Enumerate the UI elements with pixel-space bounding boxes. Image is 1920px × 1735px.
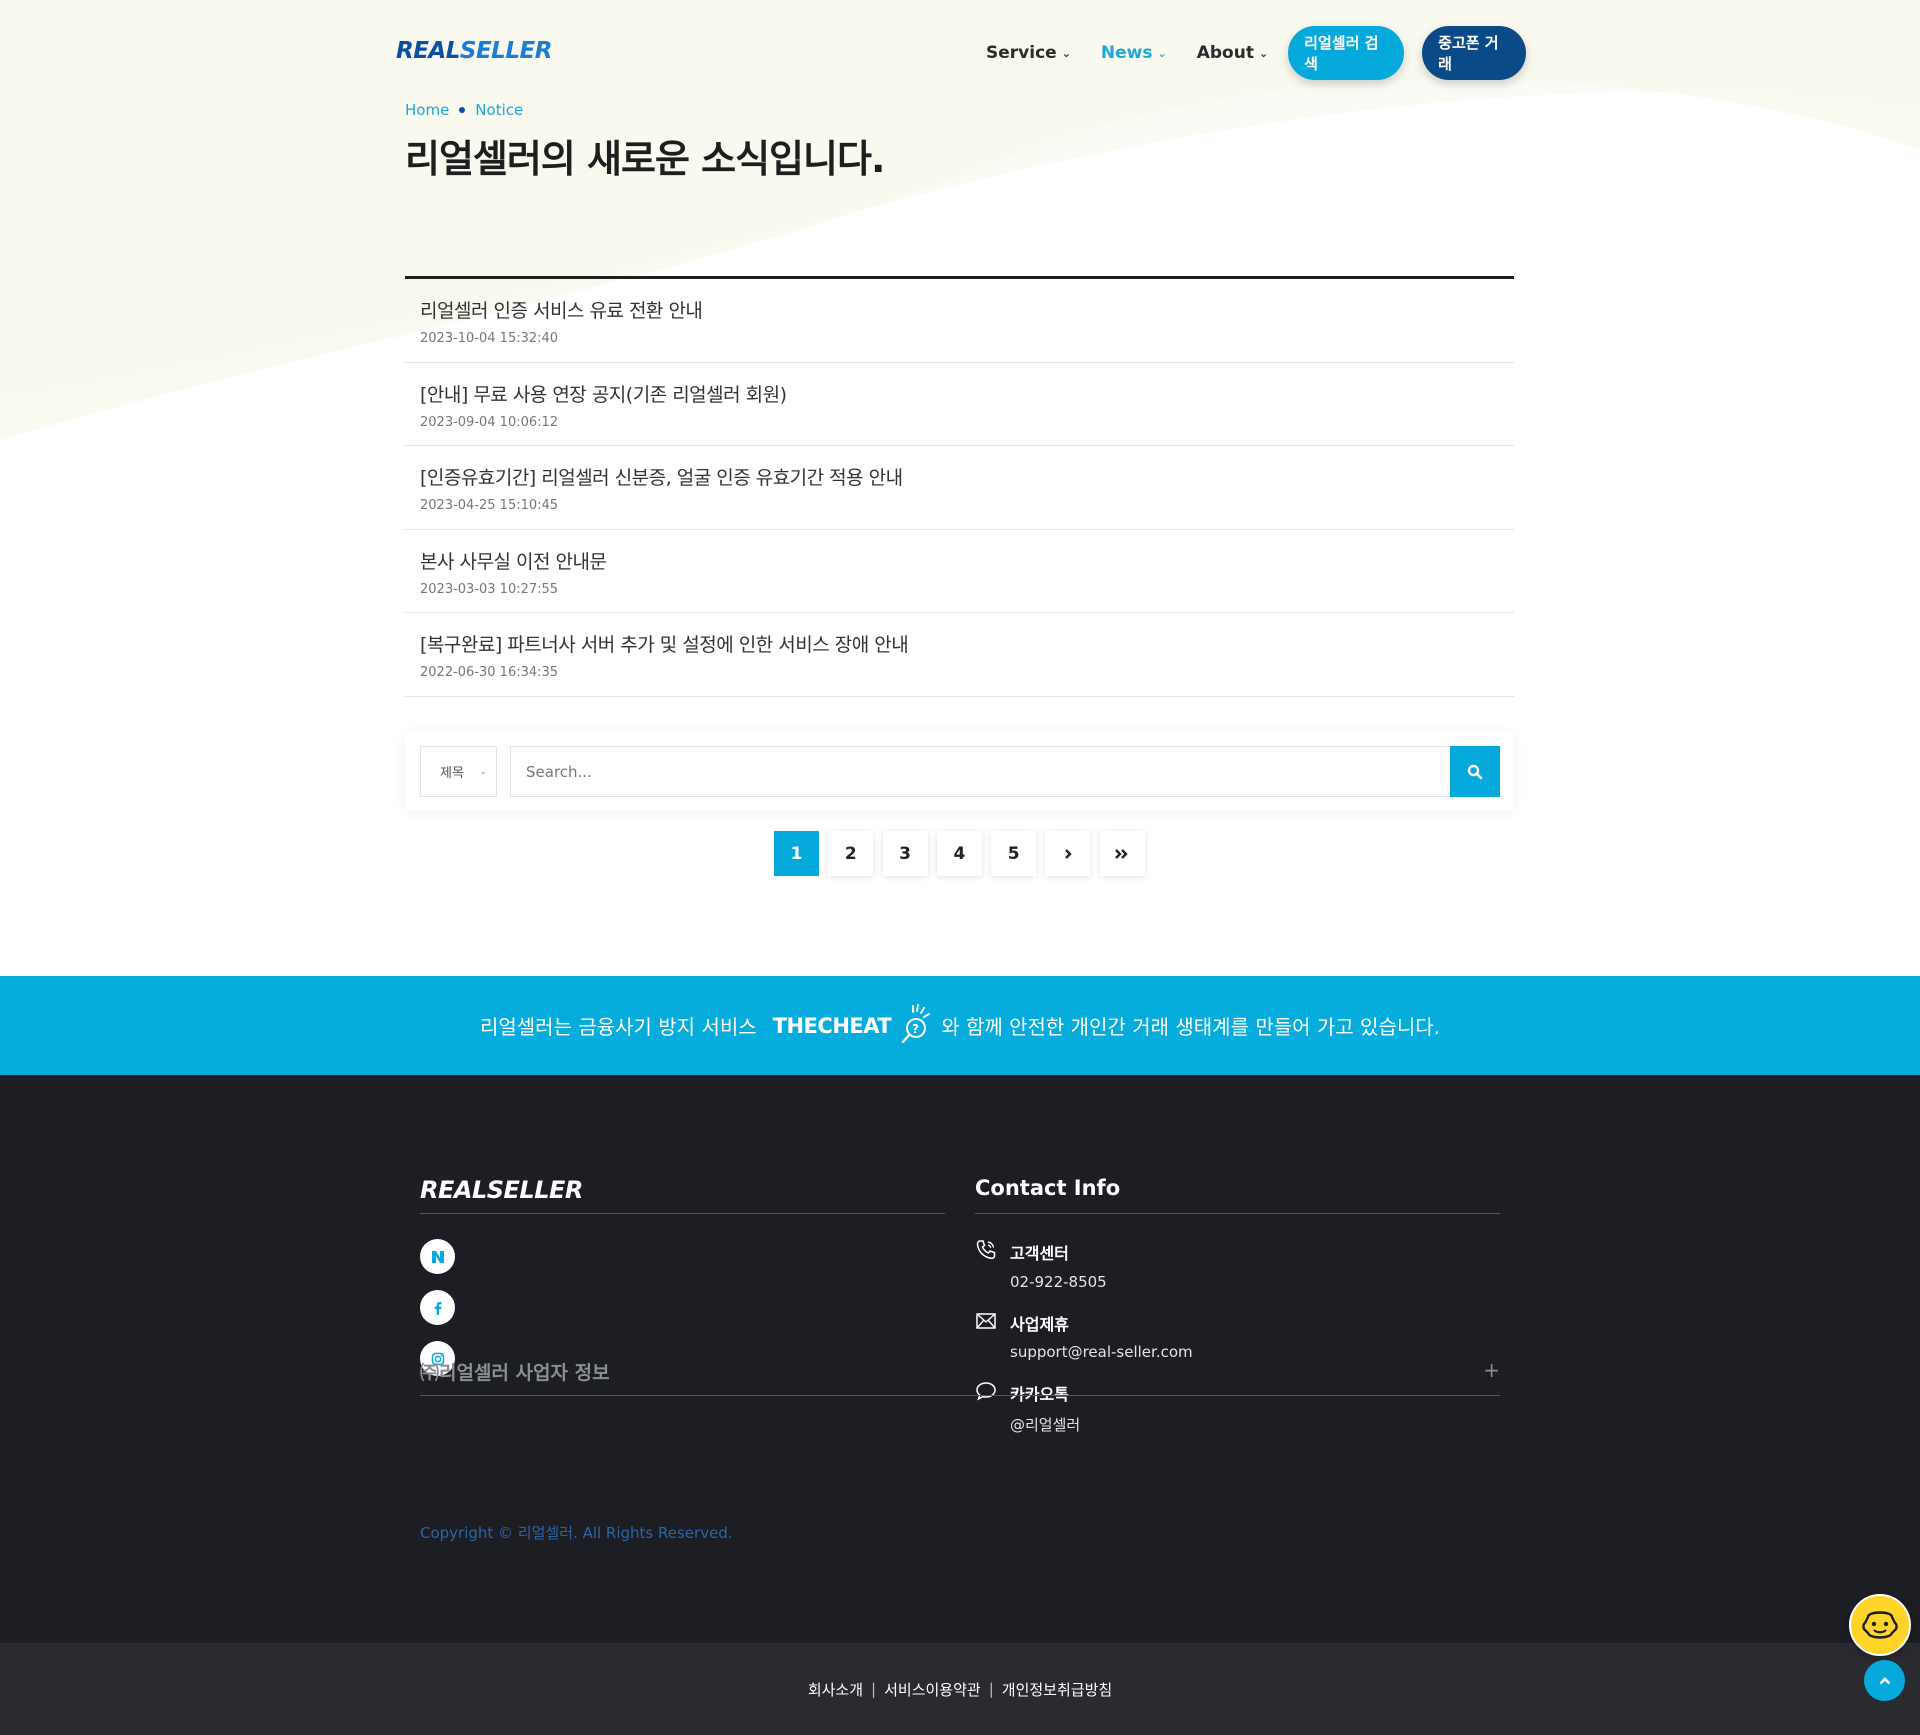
search-icon xyxy=(1467,764,1483,779)
notice-title[interactable]: [안내] 무료 사용 연장 공지(기존 리얼셀러 회원) xyxy=(420,380,1514,407)
banner-text-after: 와 함께 안전한 개인간 거래 생태계를 만들어 가고 있습니다. xyxy=(941,1015,1441,1039)
page-2-button[interactable]: 2 xyxy=(828,831,874,876)
page-4-button[interactable]: 4 xyxy=(936,831,982,876)
logo-text-seller: SELLER xyxy=(459,38,553,64)
breadcrumb-separator-icon xyxy=(459,107,466,113)
mail-icon xyxy=(976,1313,996,1329)
facebook-link[interactable] xyxy=(420,1290,455,1325)
notice-row[interactable]: 리얼셀러 인증 서비스 유료 전환 안내 2023-10-04 15:32:40 xyxy=(405,279,1514,363)
pagination: 1 2 3 4 5 xyxy=(774,831,1154,876)
page-1-button[interactable]: 1 xyxy=(774,831,819,876)
facebook-icon xyxy=(434,1301,441,1315)
notice-list: 리얼셀러 인증 서비스 유료 전환 안내 2023-10-04 15:32:40… xyxy=(405,276,1514,697)
last-page-button[interactable] xyxy=(1099,831,1145,876)
contact-value-kakao-id[interactable]: @리얼셀러 xyxy=(1010,1414,1080,1435)
nav-item-service[interactable]: Service ⌄ xyxy=(986,28,1071,78)
used-phone-trade-button[interactable]: 중고폰 거래 xyxy=(1422,26,1527,80)
breadcrumb: Home Notice xyxy=(405,101,523,119)
notice-title[interactable]: [복구완료] 파트너사 서버 추가 및 설정에 인한 서비스 장애 안내 xyxy=(420,630,1514,657)
main-nav: Service ⌄ News ⌄ About ⌄ 리얼셀러 검색 중고폰 거래 xyxy=(986,26,1527,80)
site-logo[interactable]: REALSELLER xyxy=(396,38,552,64)
realseller-search-button[interactable]: 리얼셀러 검색 xyxy=(1288,26,1405,80)
notice-date: 2023-10-04 15:32:40 xyxy=(420,331,559,346)
notice-row[interactable]: [인증유효기간] 리얼셀러 신분증, 얼굴 인증 유효기간 적용 안내 2023… xyxy=(405,446,1514,530)
notice-title[interactable]: [인증유효기간] 리얼셀러 신분증, 얼굴 인증 유효기간 적용 안내 xyxy=(420,463,1514,490)
notice-row[interactable]: [복구완료] 파트너사 서버 추가 및 설정에 인한 서비스 장애 안내 202… xyxy=(405,613,1514,697)
chevron-down-icon: ⌄ xyxy=(1258,46,1269,60)
nav-label: Service xyxy=(986,43,1057,63)
svg-text:?: ? xyxy=(912,1022,919,1036)
footer-logo[interactable]: REALSELLER xyxy=(420,1176,583,1204)
thecheat-logo-text: THECHEAT xyxy=(772,1013,892,1038)
terms-of-service-link[interactable]: 서비스이용약관 xyxy=(884,1679,981,1700)
nav-label: About xyxy=(1196,43,1254,63)
chevron-down-icon: ⌄ xyxy=(479,766,487,777)
breadcrumb-current[interactable]: Notice xyxy=(475,101,523,119)
nav-label: News xyxy=(1100,43,1153,63)
naver-blog-link[interactable] xyxy=(420,1239,455,1274)
business-info-title: ㈜리얼셀러 사업자 정보 xyxy=(420,1362,610,1384)
chevron-right-icon xyxy=(1065,848,1072,859)
notice-date: 2023-03-03 10:27:55 xyxy=(420,581,559,597)
notice-row[interactable]: 본사 사무실 이전 안내문 2023-03-03 10:27:55 xyxy=(405,530,1514,613)
next-page-button[interactable] xyxy=(1045,831,1091,876)
chevron-down-icon: ⌄ xyxy=(1061,46,1071,60)
company-intro-link[interactable]: 회사소개 xyxy=(808,1679,863,1700)
contact-label-partnership: 사업제휴 xyxy=(1010,1315,1069,1334)
naver-icon xyxy=(431,1250,444,1263)
double-chevron-right-icon xyxy=(1115,848,1128,859)
privacy-policy-link[interactable]: 개인정보취급방침 xyxy=(1002,1679,1112,1700)
breadcrumb-home[interactable]: Home xyxy=(405,101,449,119)
chatbot-face-icon xyxy=(1862,1611,1898,1639)
contact-info-title: Contact Info xyxy=(975,1176,1121,1200)
nav-item-news[interactable]: News ⌄ xyxy=(1101,28,1167,78)
notice-date: 2023-09-04 10:06:12 xyxy=(420,414,559,430)
site-header: REALSELLER Service ⌄ News ⌄ About ⌄ 리얼셀러 검색… xyxy=(0,0,1920,100)
notice-title[interactable]: 리얼셀러 인증 서비스 유료 전환 안내 xyxy=(420,296,1514,323)
search-field-select[interactable]: 제목 ⌄ xyxy=(420,746,497,797)
banner-text-before: 리얼셀러는 금융사기 방지 서비스 xyxy=(479,1015,757,1039)
search-field-value: 제목 xyxy=(440,766,464,781)
notice-title[interactable]: 본사 사무실 이전 안내문 xyxy=(420,547,1514,574)
page-title: 리얼셀러의 새로운 소식입니다. xyxy=(405,137,885,181)
search-panel: 제목 ⌄ xyxy=(405,731,1514,811)
footer-bottom-bar: 회사소개 | 서비스이용약관 | 개인정보취급방침 xyxy=(0,1643,1920,1735)
footer-divider xyxy=(420,1213,945,1214)
search-button[interactable] xyxy=(1450,746,1500,797)
notice-row[interactable]: [안내] 무료 사용 연장 공지(기존 리얼셀러 회원) 2023-09-04 … xyxy=(405,363,1514,446)
notice-date: 2023-04-25 15:10:45 xyxy=(420,498,559,513)
scroll-to-top-button[interactable] xyxy=(1864,1660,1905,1701)
phone-icon xyxy=(976,1240,996,1260)
copyright-text: Copyright © 리얼셀러. All Rights Reserved. xyxy=(420,1524,733,1542)
link-separator: | xyxy=(988,1680,994,1698)
partner-banner: 리얼셀러는 금융사기 방지 서비스 THECHEAT ? 와 함께 안전한 개인… xyxy=(0,976,1920,1075)
plus-icon: + xyxy=(1483,1358,1500,1382)
notice-date: 2022-06-30 16:34:35 xyxy=(420,665,559,680)
chevron-down-icon: ⌄ xyxy=(1157,46,1167,60)
thecheat-logo-icon: ? xyxy=(901,1003,931,1043)
logo-text-real: REAL xyxy=(396,38,460,64)
business-info-accordion[interactable]: ㈜리얼셀러 사업자 정보 + xyxy=(420,1358,1500,1396)
footer-divider xyxy=(975,1213,1500,1214)
page-3-button[interactable]: 3 xyxy=(882,831,928,876)
contact-label-customer-center: 고객센터 xyxy=(1010,1244,1069,1263)
page-5-button[interactable]: 5 xyxy=(991,831,1037,876)
search-input[interactable] xyxy=(510,746,1450,797)
contact-value-phone[interactable]: 02-922-8505 xyxy=(1010,1273,1107,1291)
nav-item-about[interactable]: About ⌄ xyxy=(1197,28,1268,78)
chevron-up-icon xyxy=(1879,1676,1890,1684)
link-separator: | xyxy=(871,1680,877,1698)
chatbot-button[interactable] xyxy=(1849,1594,1911,1656)
